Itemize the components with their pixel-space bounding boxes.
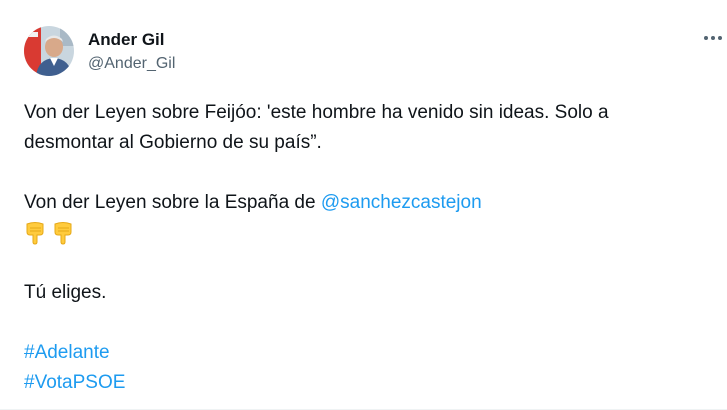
avatar-photo-icon	[24, 26, 74, 76]
hashtag-line: #VotaPSOE	[24, 368, 704, 398]
tweet-text-segment: Von der Leyen sobre la España de	[24, 192, 321, 213]
hashtag-line: #Adelante	[24, 338, 704, 368]
more-horizontal-icon	[704, 36, 722, 40]
tweet-line: Von der Leyen sobre la España de @sanche…	[24, 188, 704, 218]
tweet-line: Tú eliges.	[24, 282, 107, 303]
tweet-card: Ander Gil @Ander_Gil Von der Leyen sobre…	[0, 0, 727, 410]
tweet-line: Von der Leyen sobre Feijóo: 'este hombre…	[24, 102, 609, 123]
user-display-name[interactable]: Ander Gil	[88, 30, 165, 50]
mention-link[interactable]: @sanchezcastejon	[321, 192, 482, 213]
user-handle[interactable]: @Ander_Gil	[88, 54, 175, 74]
tweet-text: Von der Leyen sobre Feijóo: 'este hombre…	[24, 98, 704, 398]
avatar[interactable]	[24, 26, 74, 76]
tweet-line: desmontar al Gobierno de su país”.	[24, 132, 322, 153]
hashtag-link[interactable]: #VotaPSOE	[24, 372, 125, 393]
pointing-down-emoji-icon	[26, 221, 44, 245]
pointing-down-emoji-icon	[54, 221, 72, 245]
more-options-button[interactable]	[699, 26, 727, 52]
hashtag-link[interactable]: #Adelante	[24, 342, 110, 363]
emoji-line	[24, 218, 704, 248]
